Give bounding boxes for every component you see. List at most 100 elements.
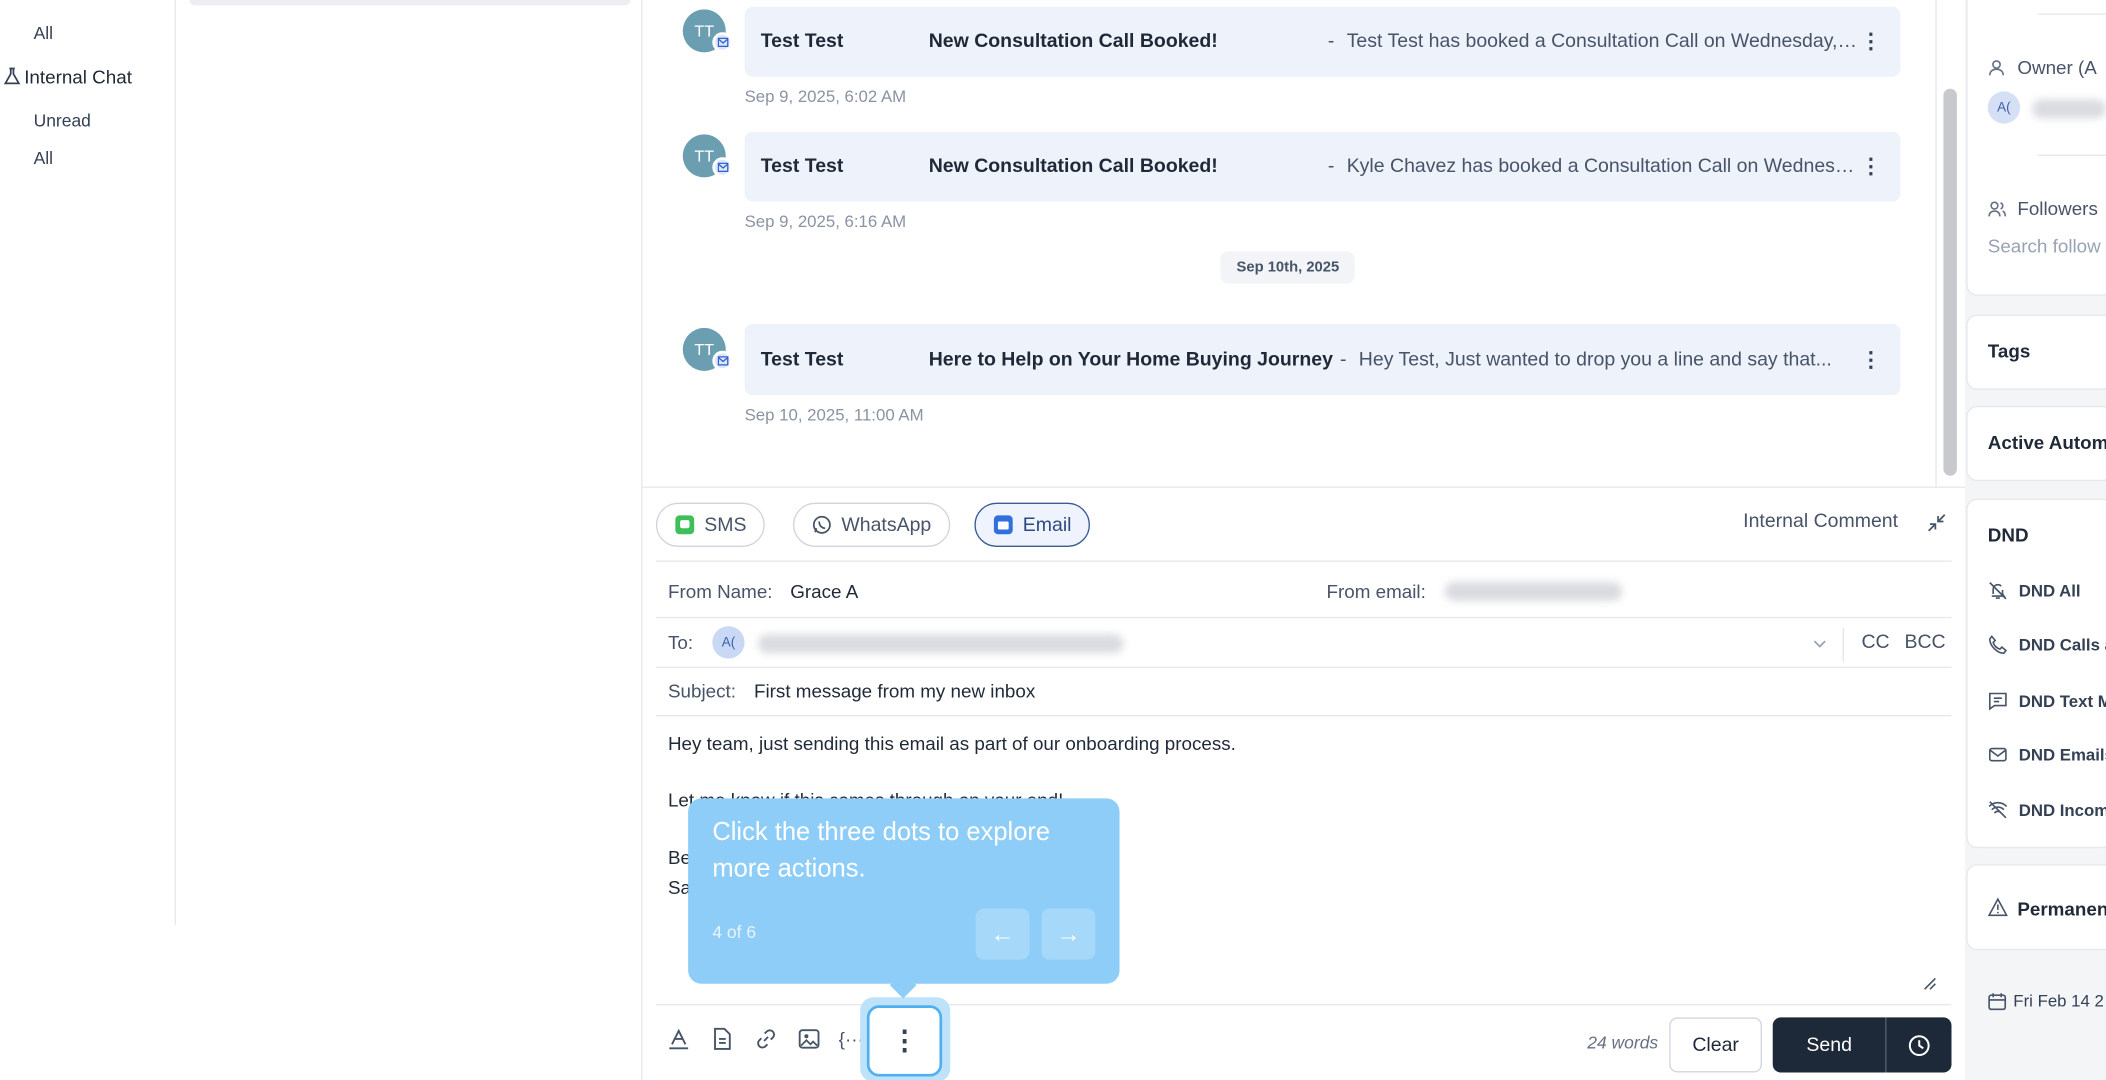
divider <box>2037 154 2106 156</box>
owner-avatar[interactable]: A( <box>1987 91 2021 124</box>
channel-label: Email <box>1022 514 1072 536</box>
cc-button[interactable]: CC <box>1861 632 1889 654</box>
owner-label: Owner (A <box>2017 56 2097 78</box>
channel-tab-email[interactable]: Email <box>974 502 1091 548</box>
from-email-redacted[interactable] <box>1444 581 1623 601</box>
divider <box>655 560 1952 562</box>
message-separator: - <box>1339 348 1347 371</box>
dnd-calls-toggle[interactable]: DND Calls a <box>1988 634 2106 654</box>
message-bubble[interactable]: Test Test New Consultation Call Booked! … <box>744 131 1901 202</box>
clear-button[interactable]: Clear <box>1669 1017 1762 1073</box>
message-separator: - <box>1327 155 1335 178</box>
nav-item-internal-chat[interactable]: Internal Chat <box>24 66 132 88</box>
channel-tab-whatsapp[interactable]: WhatsApp <box>792 502 951 548</box>
message-subject: New Consultation Call Booked! <box>928 155 1218 178</box>
tags-label: Tags <box>1987 340 2031 362</box>
permanent-label: Permanen <box>2017 897 2106 920</box>
dnd-emails-toggle[interactable]: DND Emails <box>1988 745 2106 765</box>
left-nav: All Internal Chat Unread All <box>0 0 177 925</box>
collapse-icon[interactable] <box>1927 513 1946 532</box>
channel-label: SMS <box>704 514 747 536</box>
channel-label: WhatsApp <box>841 514 932 536</box>
date-label: Fri Feb 14 2 <box>2013 991 2104 1011</box>
dnd-label: DND Incom <box>2018 800 2106 820</box>
flask-icon <box>3 67 22 86</box>
conversation-list <box>176 0 643 1080</box>
permanent-card[interactable]: Permanen <box>1966 864 2106 951</box>
from-name-label: From Name: <box>667 580 773 603</box>
message-row: TT Test Test New Consultation Call Booke… <box>642 0 1932 121</box>
message-row: TT Test Test New Consultation Call Booke… <box>642 125 1932 246</box>
chevron-down-icon[interactable] <box>1812 636 1828 652</box>
image-icon[interactable] <box>797 1027 821 1051</box>
dnd-all-toggle[interactable]: DND All <box>1988 581 2081 601</box>
template-icon[interactable] <box>710 1027 734 1051</box>
wifi-off-icon <box>1988 800 2008 820</box>
message-more-icon[interactable]: ⋮ <box>1860 346 1882 373</box>
divider <box>2037 13 2106 15</box>
tooltip-prev-button[interactable]: ← <box>975 908 1030 960</box>
nav-item-unread[interactable]: Unread <box>34 110 91 130</box>
message-row: TT Test Test Here to Help on Your Home B… <box>642 319 1932 440</box>
message-bubble[interactable]: Test Test Here to Help on Your Home Buyi… <box>744 323 1901 396</box>
whatsapp-icon <box>812 515 832 535</box>
email-icon <box>993 515 1013 535</box>
recipient-avatar: A( <box>712 626 745 659</box>
message-subject: New Consultation Call Booked! <box>928 30 1218 53</box>
automations-card[interactable]: Active Autom <box>1966 405 2106 482</box>
scrollbar-thumb[interactable] <box>1943 88 1957 476</box>
link-icon[interactable] <box>754 1027 778 1051</box>
warning-icon <box>1987 897 2008 917</box>
active-automations-label: Active Autom <box>1987 431 2106 453</box>
message-more-icon[interactable]: ⋮ <box>1860 153 1882 180</box>
dnd-label: DND Calls a <box>2018 635 2106 654</box>
message-time: Sep 9, 2025, 6:16 AM <box>744 212 907 232</box>
send-button[interactable]: Send <box>1772 1017 1886 1073</box>
followers-icon <box>1988 200 2007 217</box>
divider <box>655 666 1952 668</box>
channel-tab-sms[interactable]: SMS <box>655 502 766 548</box>
dnd-title: DND <box>1987 524 2029 546</box>
message-preview: Kyle Chavez has booked a Consultation Ca… <box>1346 155 1858 178</box>
divider <box>655 1003 1952 1006</box>
tooltip-next-button[interactable]: → <box>1041 908 1096 960</box>
dnd-text-toggle[interactable]: DND Text M <box>1988 691 2106 711</box>
message-bubble[interactable]: Test Test New Consultation Call Booked! … <box>744 6 1901 77</box>
message-time: Sep 9, 2025, 6:02 AM <box>744 87 907 107</box>
resize-handle-icon[interactable] <box>1921 974 1937 990</box>
text-format-icon[interactable] <box>667 1027 691 1051</box>
divider <box>655 616 1952 619</box>
from-name-value[interactable]: Grace A <box>790 581 858 603</box>
phone-icon <box>1988 634 2008 654</box>
schedule-send-button[interactable] <box>1885 1017 1952 1073</box>
sms-icon <box>675 515 695 535</box>
more-actions-icon[interactable]: ⋮ <box>866 1005 943 1077</box>
divider <box>1842 627 1844 663</box>
nav-item-all[interactable]: All <box>34 148 53 168</box>
dnd-inbound-toggle[interactable]: DND Incom <box>1988 800 2106 820</box>
to-label: To: <box>667 631 694 654</box>
message-more-icon[interactable]: ⋮ <box>1860 28 1882 55</box>
recipient-redacted[interactable] <box>758 634 1124 654</box>
tags-card[interactable]: Tags <box>1966 314 2106 390</box>
clock-icon <box>1907 1033 1931 1057</box>
bell-off-icon <box>1988 581 2008 601</box>
date-divider: Sep 10th, 2025 <box>1220 251 1356 284</box>
message-sender: Test Test <box>760 30 844 53</box>
subject-input[interactable]: First message from my new inbox <box>754 680 1035 702</box>
followers-label: Followers <box>2017 197 2098 220</box>
message-subject: Here to Help on Your Home Buying Journey <box>928 348 1333 371</box>
list-item-edge <box>189 0 631 6</box>
followers-search-input[interactable]: Search follow <box>1988 235 2101 257</box>
nav-item-all-top[interactable]: All <box>34 23 53 43</box>
tooltip-step: 4 of 6 <box>712 921 757 943</box>
message-separator: - <box>1327 30 1335 53</box>
bcc-button[interactable]: BCC <box>1904 632 1945 654</box>
owner-redacted[interactable] <box>2032 99 2106 119</box>
body-line: Hey team, just sending this email as par… <box>667 732 1236 754</box>
message-preview: Hey Test, Just wanted to drop you a line… <box>1358 348 1832 371</box>
message-sender: Test Test <box>760 155 844 178</box>
arrow-left-icon: ← <box>990 919 1015 947</box>
dnd-label: DND Emails <box>2018 745 2106 765</box>
internal-comment-toggle[interactable]: Internal Comment <box>1743 511 1898 533</box>
